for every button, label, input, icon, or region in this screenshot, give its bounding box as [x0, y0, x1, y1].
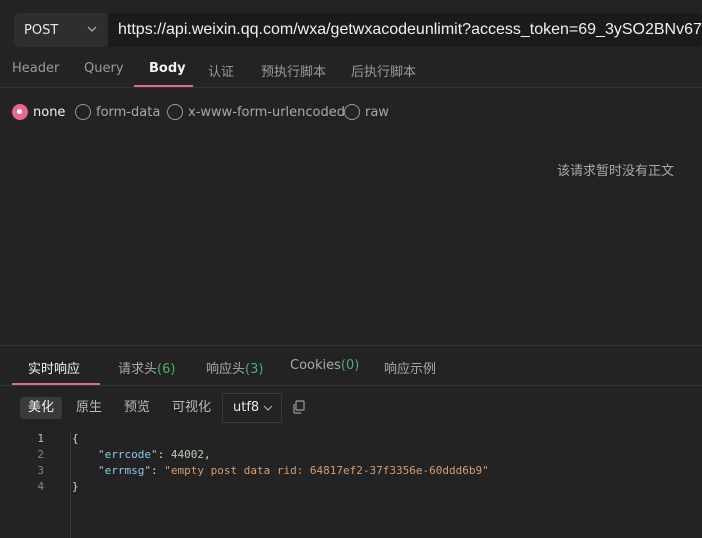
chevron-down-icon	[263, 405, 273, 411]
radio-label: raw	[365, 104, 389, 120]
code-line: }	[72, 479, 489, 495]
url-input[interactable]: https://api.weixin.qq.com/wxa/getwxacode…	[108, 13, 702, 47]
radio-label: form-data	[96, 104, 161, 120]
code-line: {	[72, 431, 489, 447]
radio-icon	[344, 104, 360, 120]
code-line: "errcode": 44002,	[98, 448, 211, 461]
active-tab-indicator	[134, 85, 193, 87]
tab-label: 响应示例	[384, 362, 437, 377]
tab-auth[interactable]: 认证	[208, 61, 234, 80]
radio-form-data[interactable]: form-data	[75, 104, 160, 120]
radio-urlencoded[interactable]: x-www-form-urlencoded	[167, 104, 345, 120]
empty-body-note: 该请求暂时没有正文	[557, 164, 675, 179]
tab-body[interactable]: Body	[149, 61, 186, 76]
method-select[interactable]: POST	[14, 13, 108, 47]
radio-none[interactable]: none	[12, 104, 65, 120]
json-key: "errcode"	[98, 448, 158, 461]
active-tab-indicator	[12, 383, 100, 385]
json-number-value: 44002	[170, 448, 204, 461]
method-label: POST	[24, 22, 59, 38]
request-tabs: Header Query Body 认证 预执行脚本 后执行脚本	[0, 52, 702, 88]
tab-query[interactable]: Query	[84, 61, 124, 76]
response-code-view: 1 2 3 4 { "errcode": 44002, "errmsg": "e…	[0, 431, 702, 538]
tab-live-response[interactable]: 实时响应	[28, 358, 80, 377]
tab-header[interactable]: Header	[12, 61, 59, 76]
tab-cookies[interactable]: Cookies(0)	[290, 358, 359, 373]
tab-count: (3)	[245, 362, 264, 377]
line-number: 2	[37, 448, 44, 461]
line-number: 1	[37, 432, 44, 445]
radio-icon	[167, 104, 183, 120]
code-line: "errmsg": "empty post data rid: 64817ef2…	[98, 464, 489, 477]
tab-label: 实时响应	[28, 362, 81, 377]
view-visual-button[interactable]: 可视化	[164, 397, 219, 419]
json-string-value: "empty post data rid: 64817ef2-37f3356e-…	[164, 464, 489, 477]
response-panel: 实时响应 请求头(6) 响应头(3) Cookies(0) 响应示例 美化 原生…	[0, 345, 702, 538]
line-number-gutter: 1 2 3 4	[0, 431, 46, 495]
tab-response-examples[interactable]: 响应示例	[384, 358, 436, 377]
radio-raw[interactable]: raw	[344, 104, 389, 120]
tab-label: 请求头	[118, 362, 158, 377]
response-tabs: 实时响应 请求头(6) 响应头(3) Cookies(0) 响应示例	[0, 346, 702, 386]
view-preview-button[interactable]: 预览	[116, 397, 158, 419]
code-lines: { "errcode": 44002, "errmsg": "empty pos…	[72, 431, 489, 495]
tab-label: 响应头	[206, 362, 246, 377]
json-key: "errmsg"	[98, 464, 151, 477]
tab-count: (0)	[340, 358, 360, 373]
view-raw-button[interactable]: 原生	[68, 397, 110, 419]
view-pretty-button[interactable]: 美化	[20, 397, 63, 419]
url-text: https://api.weixin.qq.com/wxa/getwxacode…	[118, 21, 702, 38]
api-client-window: POST https://api.weixin.qq.com/wxa/getwx…	[0, 0, 702, 538]
gutter-divider	[70, 431, 71, 538]
view-mode-bar: 美化 原生 预览 可视化 utf8	[0, 393, 702, 423]
tab-request-headers[interactable]: 请求头(6)	[118, 358, 175, 377]
radio-label: x-www-form-urlencoded	[188, 104, 346, 120]
tab-pre-script[interactable]: 预执行脚本	[261, 61, 326, 80]
tab-post-script[interactable]: 后执行脚本	[351, 61, 416, 80]
tab-response-headers[interactable]: 响应头(3)	[206, 358, 263, 377]
radio-checked-icon	[12, 104, 28, 120]
copy-icon[interactable]	[292, 400, 306, 414]
tab-label: Cookies	[290, 358, 341, 373]
radio-icon	[75, 104, 91, 120]
encoding-select[interactable]: utf8	[222, 393, 282, 423]
json-brace: {	[72, 432, 79, 445]
radio-label: none	[33, 104, 66, 120]
json-brace: }	[72, 480, 79, 493]
encoding-label: utf8	[233, 400, 260, 415]
chevron-down-icon	[87, 26, 97, 32]
tab-count: (6)	[157, 362, 176, 377]
line-number: 3	[37, 464, 44, 477]
line-number: 4	[37, 480, 44, 493]
